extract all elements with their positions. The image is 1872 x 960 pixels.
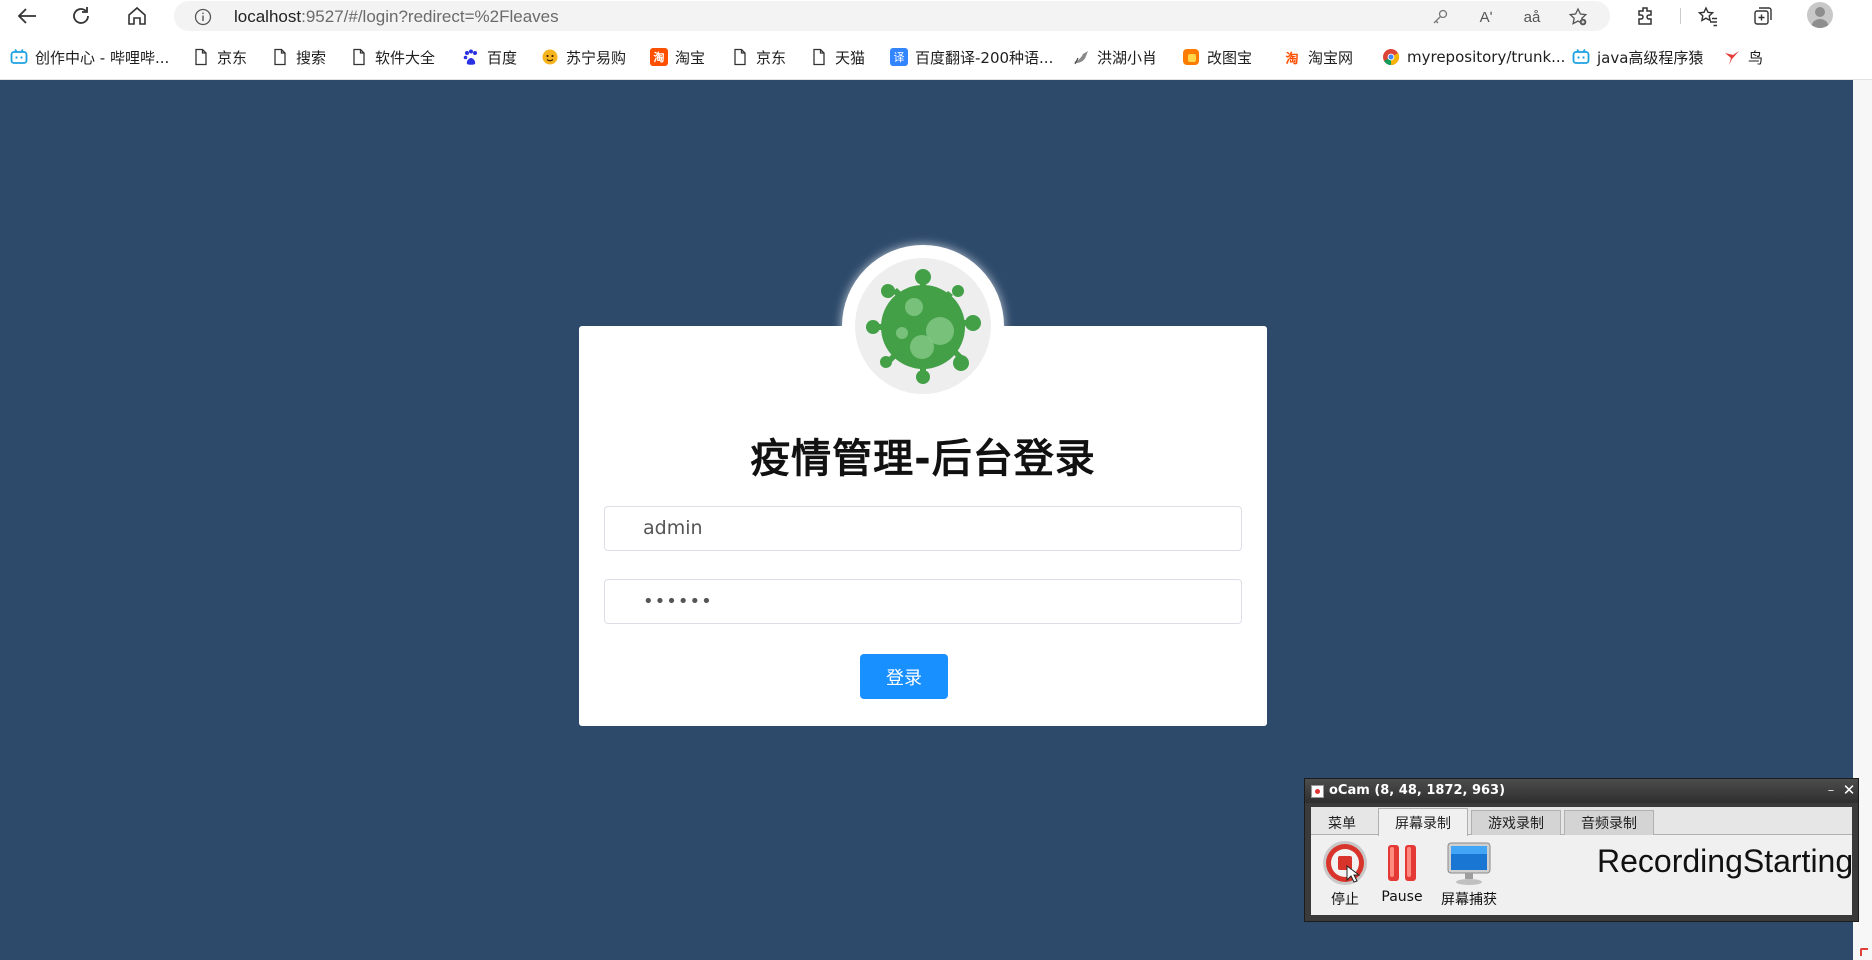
bookmark-label: myrepository/trunk... xyxy=(1407,48,1566,66)
browser-toolbar: localhost:9527/#/login?redirect=%2Fleave… xyxy=(0,0,1872,31)
bookmark-label: 苏宁易购 xyxy=(566,48,627,67)
key-icon[interactable] xyxy=(1430,7,1450,27)
tab-game-record[interactable]: 游戏录制 xyxy=(1471,810,1561,835)
bilibili-icon xyxy=(10,48,28,66)
bookmark-label: 改图宝 xyxy=(1207,48,1253,67)
bookmark-tmall[interactable]: 天猫 xyxy=(810,46,865,68)
bookmark-search[interactable]: 搜索 xyxy=(271,46,326,68)
page-icon xyxy=(271,48,289,66)
stop-button[interactable]: 停止 xyxy=(1315,839,1375,909)
bookmark-suning[interactable]: 苏宁易购 xyxy=(541,46,626,68)
login-button[interactable]: 登录 xyxy=(860,654,948,699)
favorites-icon[interactable] xyxy=(1696,4,1720,28)
pause-label: Pause xyxy=(1381,889,1423,905)
url-text[interactable]: localhost:9527/#/login?redirect=%2Fleave… xyxy=(234,7,559,27)
page-icon xyxy=(810,48,828,66)
password-value: •••••• xyxy=(643,591,713,612)
suning-icon xyxy=(541,48,559,66)
gaitubao-icon xyxy=(1182,48,1200,66)
bookmarks-bar: 创作中心 - 哔哩哔... 京东 搜索 软件大全 百度 苏宁易购 淘 淘宝 京东… xyxy=(0,40,1872,74)
tab-screen-record[interactable]: 屏幕录制 xyxy=(1378,808,1468,836)
virus-icon xyxy=(866,269,981,384)
bookmark-taobao[interactable]: 淘 淘宝 xyxy=(650,46,705,68)
taobao-icon: 淘 xyxy=(650,48,668,66)
username-input[interactable]: admin xyxy=(604,506,1242,551)
bookmark-software[interactable]: 软件大全 xyxy=(350,46,435,68)
bookmark-bilibili-creator[interactable]: 创作中心 - 哔哩哔... xyxy=(10,46,169,68)
bookmark-label: 京东 xyxy=(756,48,787,67)
bookmark-honghu[interactable]: 洪湖小肖 xyxy=(1072,46,1157,68)
collections-icon[interactable] xyxy=(1751,4,1775,28)
bookmark-label: 天猫 xyxy=(835,48,866,67)
bookmark-label: 软件大全 xyxy=(375,48,436,67)
bookmark-jd[interactable]: 京东 xyxy=(192,46,247,68)
baidu-paw-icon xyxy=(462,48,480,66)
screen-capture-label: 屏幕捕获 xyxy=(1441,892,1497,908)
bilibili-icon xyxy=(1572,48,1590,66)
pause-button[interactable]: Pause xyxy=(1372,839,1432,905)
extensions-icon[interactable] xyxy=(1634,4,1658,28)
bookmark-java[interactable]: java高级程序猿 xyxy=(1572,46,1703,68)
page-title: 疫情管理-后台登录 xyxy=(750,436,1096,482)
bookmark-label: 鸟 xyxy=(1748,48,1764,67)
bookmark-label: 洪湖小肖 xyxy=(1097,48,1158,67)
bookmark-label: 百度 xyxy=(487,48,518,67)
bookmark-label: 创作中心 - 哔哩哔... xyxy=(35,48,170,67)
toolbar-divider xyxy=(1680,8,1681,24)
bird-icon xyxy=(1072,48,1090,66)
tab-menu[interactable]: 菜单 xyxy=(1311,810,1373,835)
back-icon[interactable] xyxy=(14,3,40,29)
ocam-window: oCam (8, 48, 1872, 963) – ✕ 菜单 屏幕录制 游戏录制… xyxy=(1304,778,1859,922)
ocam-title-bar[interactable]: oCam (8, 48, 1872, 963) – ✕ xyxy=(1305,779,1858,803)
bookmark-gaitubao[interactable]: 改图宝 xyxy=(1182,46,1252,68)
stop-icon xyxy=(1323,841,1367,885)
url-path: :9527/#/login?redirect=%2Fleaves xyxy=(301,7,559,26)
bookmark-taobao-net[interactable]: 淘 淘宝网 xyxy=(1283,46,1353,68)
translate-icon[interactable]: aå xyxy=(1522,7,1542,27)
profile-avatar-icon[interactable] xyxy=(1807,2,1833,28)
username-value: admin xyxy=(643,517,703,539)
minimize-icon[interactable]: – xyxy=(1824,781,1838,799)
bookmark-label: 淘宝 xyxy=(675,48,706,67)
red-bird-icon xyxy=(1723,48,1741,66)
chrome-icon xyxy=(1382,48,1400,66)
bookmark-baidu[interactable]: 百度 xyxy=(462,46,517,68)
site-info-icon[interactable] xyxy=(194,8,212,30)
bookmark-jd-2[interactable]: 京东 xyxy=(731,46,786,68)
bookmark-myrepository[interactable]: myrepository/trunk... xyxy=(1382,46,1565,68)
tab-audio-record[interactable]: 音频录制 xyxy=(1564,810,1654,835)
home-icon[interactable] xyxy=(124,3,150,29)
page-icon xyxy=(731,48,749,66)
translate-icon: 译 xyxy=(890,48,908,66)
logo-avatar xyxy=(842,245,1004,407)
page-icon xyxy=(350,48,368,66)
monitor-icon xyxy=(1447,842,1491,885)
stop-label: 停止 xyxy=(1331,892,1359,908)
pause-icon xyxy=(1388,845,1416,881)
bookmark-baidu-translate[interactable]: 译 百度翻译-200种语... xyxy=(890,46,1053,68)
bookmark-label: 淘宝网 xyxy=(1308,48,1354,67)
refresh-icon[interactable] xyxy=(68,3,94,29)
ocam-app-icon xyxy=(1311,785,1324,798)
add-favorite-icon[interactable] xyxy=(1568,7,1588,27)
close-icon[interactable]: ✕ xyxy=(1842,781,1856,799)
logo-background xyxy=(855,258,991,394)
resize-corner-icon xyxy=(1860,948,1868,956)
url-host: localhost xyxy=(234,7,302,26)
bookmark-label: 搜索 xyxy=(296,48,327,67)
bookmark-label: 百度翻译-200种语... xyxy=(915,48,1054,67)
page-icon xyxy=(192,48,210,66)
ocam-title: oCam (8, 48, 1872, 963) xyxy=(1329,783,1506,798)
taobao-icon: 淘 xyxy=(1285,51,1299,67)
bookmark-label: java高级程序猿 xyxy=(1597,48,1704,67)
screen-capture-button[interactable]: 屏幕捕获 xyxy=(1439,839,1499,909)
recording-status: RecordingStarting xyxy=(1597,843,1854,879)
address-bar[interactable]: localhost:9527/#/login?redirect=%2Fleave… xyxy=(174,1,1610,31)
ocam-tab-bar: 菜单 屏幕录制 游戏录制 音频录制 xyxy=(1311,807,1852,836)
ocam-body: 菜单 屏幕录制 游戏录制 音频录制 停止 Pause 屏幕捕获 Recordin… xyxy=(1311,807,1854,915)
bookmark-bird[interactable]: 鸟 xyxy=(1723,46,1763,68)
bookmark-label: 京东 xyxy=(217,48,248,67)
password-input[interactable]: •••••• xyxy=(604,579,1242,624)
read-aloud-icon[interactable]: Aʹ xyxy=(1476,7,1496,27)
